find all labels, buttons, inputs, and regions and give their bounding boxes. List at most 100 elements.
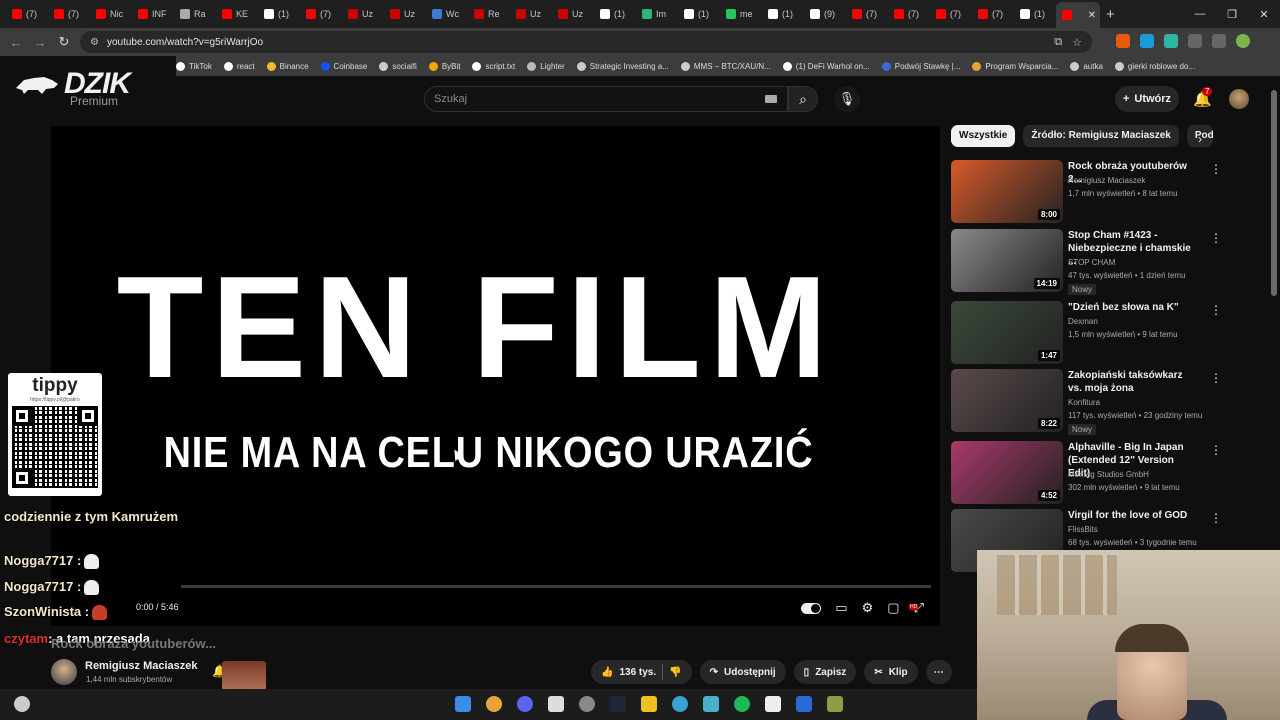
- bookmark-item[interactable]: Binance: [266, 61, 309, 71]
- bookmark-item[interactable]: gierki roblowe do...: [1114, 61, 1195, 71]
- video-thumbnail[interactable]: 8:22: [951, 369, 1063, 432]
- browser-tab-active[interactable]: ✕: [1056, 2, 1100, 28]
- like-button[interactable]: 👍 136 tys. 👎: [591, 660, 692, 684]
- recommended-channel[interactable]: Konfitura: [1068, 398, 1100, 407]
- recommended-video-title[interactable]: Virgil for the love of GOD: [1068, 509, 1198, 522]
- recommended-channel[interactable]: Dexman: [1068, 317, 1098, 326]
- profile-icon[interactable]: [1236, 34, 1250, 48]
- search-input[interactable]: Szukaj: [424, 86, 788, 112]
- browser-tab[interactable]: Uz: [384, 3, 426, 25]
- bookmark-item[interactable]: Program Wsparcia...: [972, 61, 1058, 71]
- recommended-video[interactable]: 8:00 Rock obraża youtuberów 2... Remigiusz…: [951, 160, 1251, 224]
- clip-button[interactable]: ✂ Klip: [864, 660, 918, 684]
- recommended-video[interactable]: 8:22 Zakopiański taksówkarz vs. moja żona…: [951, 369, 1251, 435]
- new-tab-icon[interactable]: +: [1106, 6, 1115, 23]
- back-icon[interactable]: ←: [4, 35, 28, 50]
- thumbs-down-icon[interactable]: 👎: [669, 667, 681, 678]
- app-icon[interactable]: [672, 696, 688, 712]
- subtitles-icon[interactable]: ▭: [835, 600, 847, 616]
- browser-tab[interactable]: (9): [804, 3, 846, 25]
- browser-tab[interactable]: Ra: [174, 3, 216, 25]
- bookmark-item[interactable]: TikTok: [176, 61, 212, 71]
- more-vert-icon[interactable]: ⋮: [1210, 511, 1222, 525]
- browser-tab[interactable]: Re: [468, 3, 510, 25]
- browser-tab[interactable]: (7): [888, 3, 930, 25]
- settings-gear-icon[interactable]: ⚙: [862, 600, 874, 616]
- browser-tab[interactable]: Uz: [552, 3, 594, 25]
- theater-mode-icon[interactable]: ▢: [887, 600, 899, 616]
- bookmark-item[interactable]: script.txt: [472, 61, 515, 71]
- browser-tab[interactable]: Wc: [426, 3, 468, 25]
- share-button[interactable]: ↷ Udostępnij: [699, 660, 786, 684]
- extensions-puzzle-icon[interactable]: [1188, 34, 1202, 48]
- chip-source[interactable]: Źródło: Remigiusz Maciaszek: [1023, 125, 1179, 147]
- search-button[interactable]: ⌕: [788, 86, 818, 112]
- bookmark-item[interactable]: socialfi: [379, 61, 417, 71]
- account-avatar[interactable]: [1229, 89, 1249, 109]
- recommended-channel[interactable]: FlissBits: [1068, 525, 1098, 534]
- browser-tab[interactable]: Uz: [510, 3, 552, 25]
- recommended-video-title[interactable]: "Dzień bez słowa na K": [1068, 301, 1198, 314]
- browser-tab[interactable]: (1): [762, 3, 804, 25]
- browser-tab[interactable]: (7): [972, 3, 1014, 25]
- app-icon[interactable]: [703, 696, 719, 712]
- recommended-channel[interactable]: STOP CHAM: [1068, 258, 1115, 267]
- more-vert-icon[interactable]: ⋮: [1210, 443, 1222, 457]
- browser-tab[interactable]: (1): [258, 3, 300, 25]
- chevron-right-icon[interactable]: ›: [1198, 132, 1202, 146]
- app-icon[interactable]: [796, 696, 812, 712]
- site-info-icon[interactable]: ⚙: [90, 37, 99, 48]
- channel-name[interactable]: Remigiusz Maciaszek: [85, 660, 198, 672]
- discord-icon[interactable]: [517, 696, 533, 712]
- reload-icon[interactable]: ↻: [52, 34, 76, 50]
- close-window-icon[interactable]: ✕: [1248, 0, 1280, 28]
- browser-tab[interactable]: (7): [48, 3, 90, 25]
- recommended-channel[interactable]: Remigiusz Maciaszek: [1068, 176, 1145, 185]
- bookmark-item[interactable]: react: [223, 61, 255, 71]
- browser-tab[interactable]: (7): [930, 3, 972, 25]
- save-button[interactable]: ▯ Zapisz: [793, 660, 857, 684]
- video-thumbnail[interactable]: 14:19: [951, 229, 1063, 292]
- browser-tab[interactable]: me: [720, 3, 762, 25]
- browser-tab[interactable]: INF: [132, 3, 174, 25]
- recommended-video[interactable]: 1:47 "Dzień bez słowa na K" Dexman 1,5 mln …: [951, 301, 1251, 365]
- extension-icon[interactable]: [1140, 34, 1154, 48]
- obs-icon[interactable]: [579, 696, 595, 712]
- app-icon[interactable]: [548, 696, 564, 712]
- steam-icon[interactable]: [610, 696, 626, 712]
- recommended-video[interactable]: 14:19 Stop Cham #1423 - Niebezpieczne i c…: [951, 229, 1251, 295]
- page-scrollbar[interactable]: [1271, 90, 1277, 296]
- browser-tab[interactable]: (1): [1014, 3, 1056, 25]
- browser-tab[interactable]: (1): [594, 3, 636, 25]
- bookmark-item[interactable]: (1) DeFi Warhol on...: [782, 61, 870, 71]
- create-button[interactable]: + Utwórz: [1115, 86, 1179, 112]
- bookmark-item[interactable]: ByBit: [428, 61, 460, 71]
- more-vert-icon[interactable]: ⋮: [1210, 303, 1222, 317]
- browser-tab[interactable]: KE: [216, 3, 258, 25]
- keyboard-icon[interactable]: [765, 95, 777, 103]
- bookmark-item[interactable]: autka: [1070, 61, 1103, 71]
- video-thumbnail[interactable]: 4:52: [951, 441, 1063, 504]
- more-vert-icon[interactable]: ⋮: [1210, 371, 1222, 385]
- chip-all[interactable]: Wszystkie: [951, 125, 1016, 147]
- video-thumbnail[interactable]: 8:00: [951, 160, 1063, 223]
- close-tab-icon[interactable]: ✕: [1088, 10, 1096, 21]
- more-vert-icon[interactable]: ⋮: [1210, 231, 1222, 245]
- browser-tab[interactable]: (7): [300, 3, 342, 25]
- progress-bar[interactable]: [181, 585, 931, 588]
- browser-tab[interactable]: (1): [678, 3, 720, 25]
- tab-search-icon[interactable]: [1212, 34, 1226, 48]
- more-actions-button[interactable]: ⋯: [925, 660, 952, 684]
- address-bar[interactable]: ⚙ youtube.com/watch?v=g5riWarrjOo ⧉ ☆: [80, 31, 1092, 53]
- recommended-video[interactable]: 4:52 Alphaville - Big In Japan (Extended …: [951, 441, 1251, 505]
- widgets-icon[interactable]: [14, 696, 30, 712]
- forward-icon[interactable]: →: [28, 35, 52, 50]
- video-thumbnail[interactable]: 1:47: [951, 301, 1063, 364]
- file-explorer-icon[interactable]: [641, 696, 657, 712]
- browser-tab[interactable]: Im: [636, 3, 678, 25]
- extension-icon[interactable]: [1116, 34, 1130, 48]
- voice-search-button[interactable]: 🎙: [834, 86, 860, 112]
- spotify-icon[interactable]: [734, 696, 750, 712]
- bookmark-item[interactable]: MMS – BTC/XAU/N...: [680, 61, 771, 71]
- browser-tab[interactable]: (7): [846, 3, 888, 25]
